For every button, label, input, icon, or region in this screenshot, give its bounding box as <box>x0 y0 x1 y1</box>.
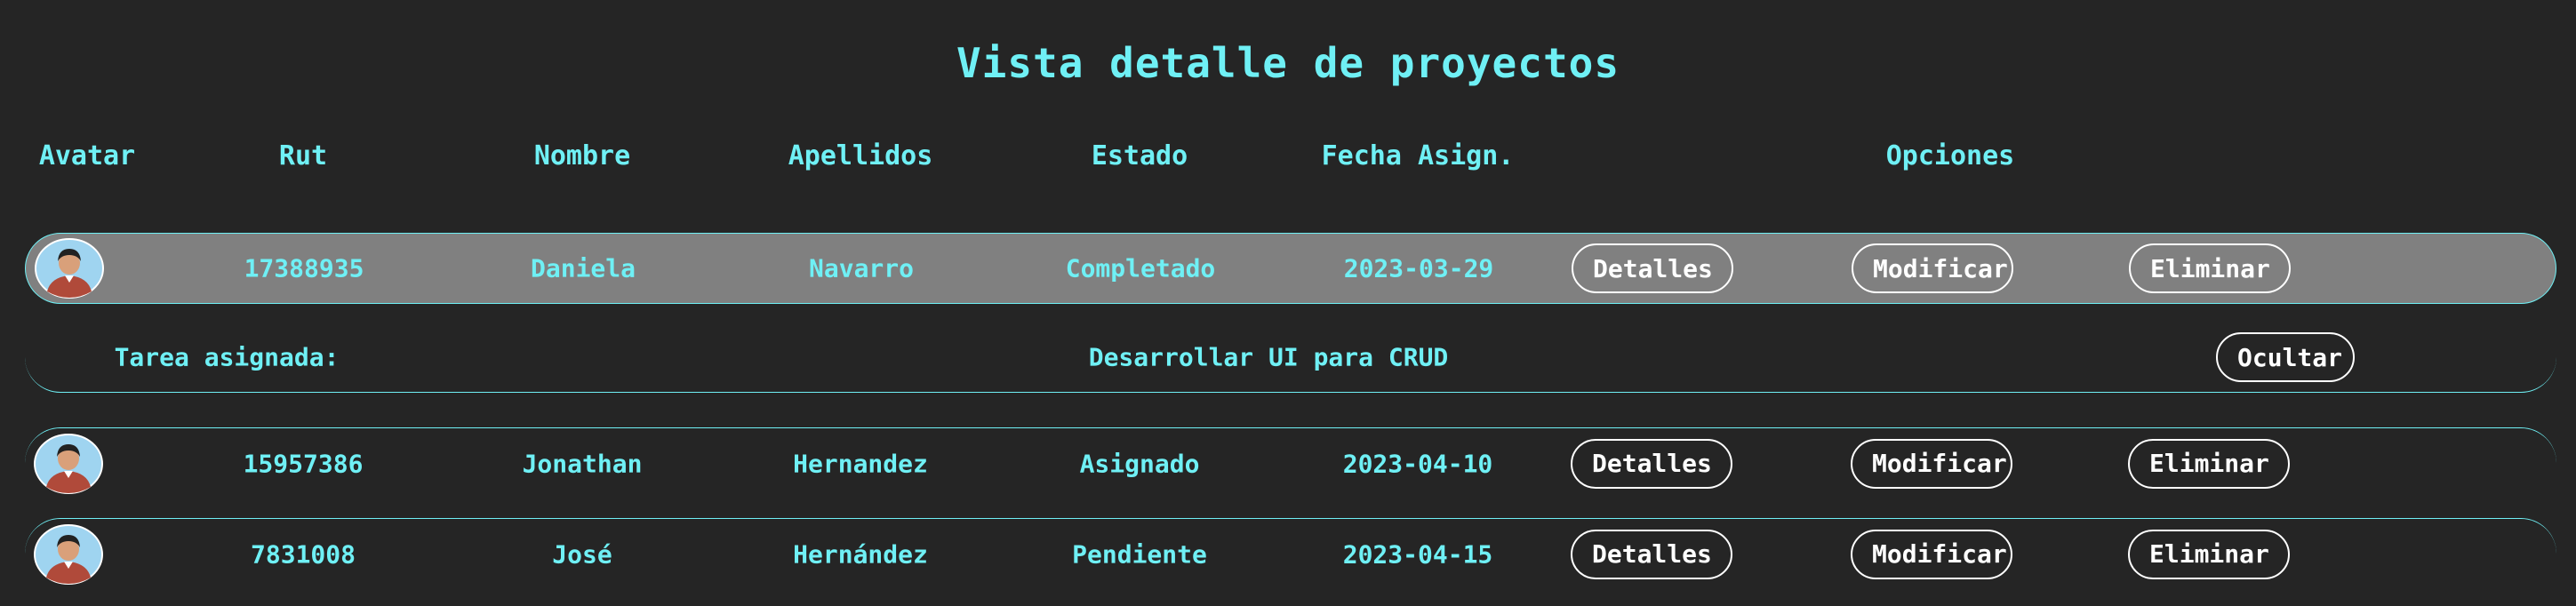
row-detail-panel: Tarea asignada: Desarrollar UI para CRUD… <box>25 306 2556 393</box>
delete-button[interactable]: Eliminar <box>2128 529 2290 579</box>
cell-apellidos: Hernández <box>793 539 928 569</box>
cell-fecha: 2023-04-15 <box>1342 539 1493 569</box>
cell-estado: Completado <box>1065 253 1216 283</box>
page-title: Vista detalle de proyectos <box>956 39 1620 87</box>
cell-estado: Pendiente <box>1072 539 1207 569</box>
header-apellidos: Apellidos <box>788 140 933 171</box>
delete-button[interactable]: Eliminar <box>2129 243 2291 293</box>
cell-rut: 17388935 <box>244 253 364 283</box>
page: Vista detalle de proyectos Avatar Rut No… <box>0 0 2576 606</box>
header-fecha: Fecha Asign. <box>1321 140 1515 171</box>
table-row[interactable]: 7831008 José Hernández Pendiente 2023-04… <box>25 518 2556 589</box>
hide-button[interactable]: Ocultar <box>2216 332 2355 382</box>
table-row[interactable]: 15957386 Jonathan Hernandez Asignado 202… <box>25 427 2556 498</box>
task-value: Desarrollar UI para CRUD <box>1088 342 1449 372</box>
cell-nombre: Jonathan <box>522 449 643 478</box>
details-button[interactable]: Detalles <box>1571 438 1732 489</box>
modify-button[interactable]: Modificar <box>1851 529 2012 579</box>
cell-nombre: José <box>552 539 612 569</box>
cell-rut: 15957386 <box>243 449 364 478</box>
header-nombre: Nombre <box>533 140 631 171</box>
header-avatar: Avatar <box>38 140 136 171</box>
task-label: Tarea asignada: <box>114 342 340 372</box>
cell-fecha: 2023-04-10 <box>1342 449 1493 478</box>
details-button[interactable]: Detalles <box>1571 529 1732 579</box>
header-estado: Estado <box>1091 140 1188 171</box>
header-rut: Rut <box>278 140 328 171</box>
delete-button[interactable]: Eliminar <box>2128 438 2290 489</box>
table-row[interactable]: 17388935 Daniela Navarro Completado 2023… <box>25 233 2556 304</box>
modify-button[interactable]: Modificar <box>1852 243 2013 293</box>
cell-nombre: Daniela <box>530 253 636 283</box>
details-button[interactable]: Detalles <box>1572 243 1733 293</box>
person-avatar-icon <box>34 523 103 585</box>
cell-apellidos: Navarro <box>808 253 915 283</box>
header-opciones: Opciones <box>1885 140 2015 171</box>
modify-button[interactable]: Modificar <box>1851 438 2012 489</box>
cell-apellidos: Hernandez <box>793 449 928 478</box>
cell-fecha: 2023-03-29 <box>1343 253 1494 283</box>
person-avatar-icon <box>35 238 104 299</box>
cell-rut: 7831008 <box>250 539 356 569</box>
person-avatar-icon <box>34 433 103 494</box>
cell-estado: Asignado <box>1079 449 1200 478</box>
